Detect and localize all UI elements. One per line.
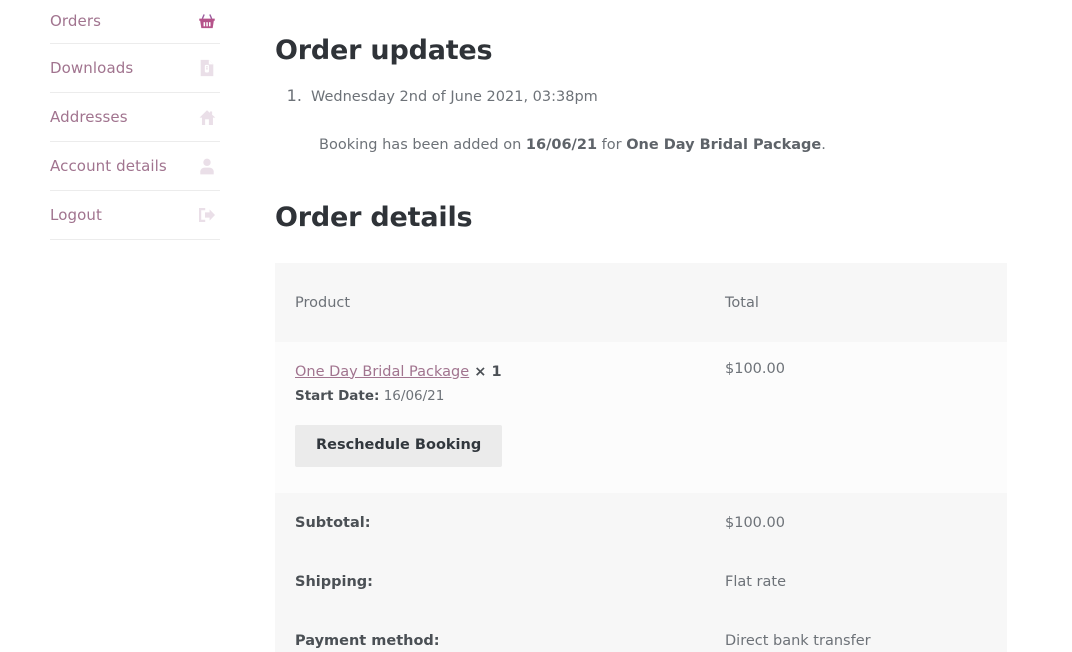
table-row: Shipping: Flat rate — [275, 551, 1007, 611]
order-update-note-suffix: . — [821, 136, 826, 153]
shopping-basket-icon — [198, 13, 216, 31]
product-quantity: × 1 — [474, 363, 502, 380]
totals-label: Subtotal: — [275, 492, 705, 552]
sidebar-item-addresses[interactable]: Addresses — [50, 93, 220, 142]
table-row: One Day Bridal Package × 1 Start Date: 1… — [275, 341, 1007, 493]
product-name-link[interactable]: One Day Bridal Package — [295, 364, 469, 380]
line-item-meta-value: 16/06/21 — [383, 387, 445, 404]
line-item-meta: Start Date: 16/06/21 — [295, 386, 685, 406]
order-update-entry: Wednesday 2nd of June 2021, 03:38pm — [307, 86, 1007, 109]
line-item-meta-label: Start Date: — [295, 387, 380, 404]
line-item-price: $100.00 — [705, 341, 1007, 493]
table-row: Subtotal: $100.00 — [275, 492, 1007, 552]
order-update-date: Wednesday 2nd of June 2021, 03:38pm — [311, 89, 598, 105]
user-icon — [198, 157, 216, 175]
sign-out-icon — [198, 206, 216, 224]
account-order-page: Orders Downloads Addresses Account detai… — [0, 0, 1072, 652]
reschedule-booking-button[interactable]: Reschedule Booking — [295, 424, 503, 467]
totals-label: Payment method: — [275, 610, 705, 652]
sidebar-item-label: Orders — [50, 12, 102, 30]
totals-label: Shipping: — [275, 551, 705, 611]
order-update-note-prefix: Booking has been added on — [319, 136, 526, 153]
order-updates-list: Wednesday 2nd of June 2021, 03:38pm — [307, 86, 1007, 109]
sidebar-item-label: Addresses — [50, 107, 128, 126]
order-details-heading: Order details — [275, 201, 473, 233]
sidebar-item-downloads[interactable]: Downloads — [50, 44, 220, 93]
home-icon — [198, 108, 216, 126]
order-table-head: Product Total — [275, 262, 1007, 342]
column-header-product: Product — [275, 262, 705, 342]
order-table-body: One Day Bridal Package × 1 Start Date: 1… — [275, 341, 1007, 652]
file-download-icon — [198, 59, 216, 77]
order-update-note-middle: for — [597, 136, 627, 153]
totals-value: $100.00 — [705, 492, 1007, 552]
column-header-total: Total — [705, 262, 1007, 342]
sidebar-item-label: Account details — [50, 156, 167, 175]
sidebar-item-list: Orders Downloads Addresses Account detai… — [50, 0, 220, 240]
order-update-note-date: 16/06/21 — [525, 136, 598, 153]
totals-value: Direct bank transfer — [705, 610, 1007, 652]
order-table-header-row: Product Total — [275, 262, 1007, 342]
sidebar-item-account-details[interactable]: Account details — [50, 142, 220, 191]
sidebar-item-orders[interactable]: Orders — [50, 0, 220, 44]
order-details-table: Product Total One Day Bridal Package × 1… — [275, 262, 1007, 652]
order-update-note: Booking has been added on 16/06/21 for O… — [319, 135, 1007, 157]
totals-value: Flat rate — [705, 551, 1007, 611]
order-update-note-product: One Day Bridal Package — [626, 136, 822, 153]
line-item-product-cell: One Day Bridal Package × 1 Start Date: 1… — [275, 341, 705, 493]
account-sidebar-nav: Orders Downloads Addresses Account detai… — [50, 0, 220, 240]
sidebar-item-label: Downloads — [50, 58, 134, 77]
sidebar-item-logout[interactable]: Logout — [50, 191, 220, 240]
sidebar-item-label: Logout — [50, 205, 102, 224]
order-main-content: Order updates Wednesday 2nd of June 2021… — [275, 0, 1007, 652]
table-row: Payment method: Direct bank transfer — [275, 610, 1007, 652]
order-updates-heading: Order updates — [275, 35, 493, 66]
